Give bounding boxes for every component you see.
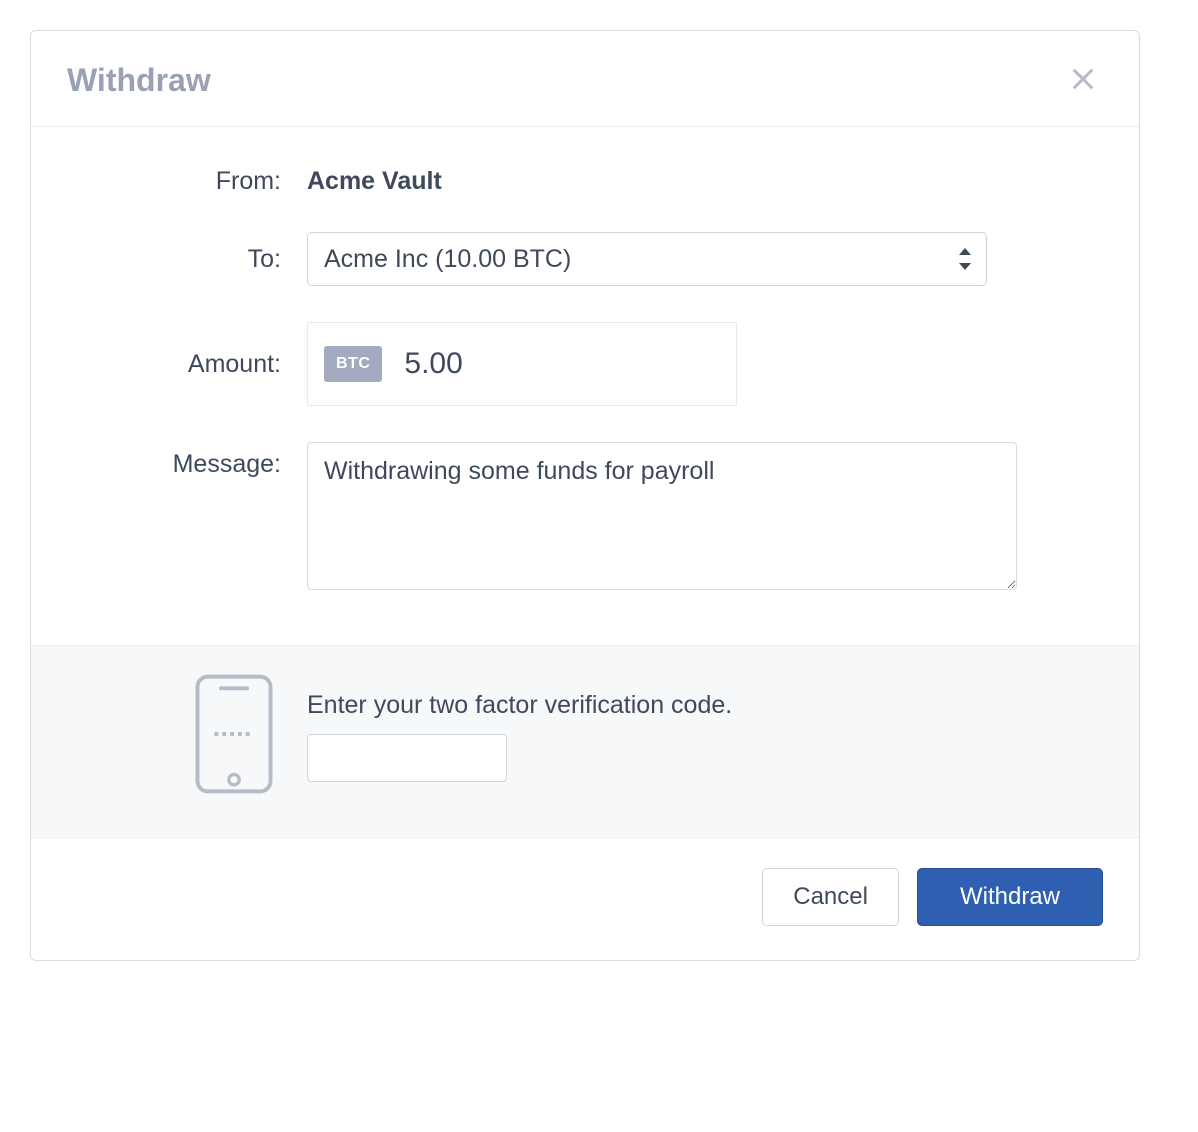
- modal-footer: Cancel Withdraw: [31, 838, 1139, 960]
- modal-header: Withdraw: [31, 31, 1139, 127]
- to-label: To:: [67, 245, 307, 274]
- amount-label: Amount:: [67, 350, 307, 379]
- modal-body: From: Acme Vault To: Acme Inc (10.00 BTC…: [31, 127, 1139, 645]
- amount-input[interactable]: [382, 347, 736, 381]
- amount-row: Amount: BTC: [67, 322, 1103, 406]
- twofa-prompt: Enter your two factor verification code.: [307, 691, 1103, 720]
- message-input[interactable]: [307, 442, 1017, 590]
- cancel-button[interactable]: Cancel: [762, 868, 899, 926]
- to-select[interactable]: Acme Inc (10.00 BTC): [307, 232, 987, 286]
- amount-input-wrap: BTC: [307, 322, 737, 406]
- twofa-content: Enter your two factor verification code.: [307, 691, 1103, 782]
- from-row: From: Acme Vault: [67, 167, 1103, 196]
- to-select-wrap: Acme Inc (10.00 BTC): [307, 232, 987, 286]
- close-icon: [1069, 65, 1097, 96]
- from-value: Acme Vault: [307, 167, 1103, 196]
- twofa-input[interactable]: [307, 734, 507, 782]
- message-row: Message:: [67, 442, 1103, 595]
- message-label: Message:: [67, 442, 307, 479]
- twofa-section: Enter your two factor verification code.: [31, 645, 1139, 838]
- currency-badge: BTC: [324, 346, 382, 382]
- close-button[interactable]: [1063, 59, 1103, 102]
- phone-icon: [193, 674, 275, 799]
- withdraw-modal: Withdraw From: Acme Vault To: Acme Inc: [30, 30, 1140, 961]
- withdraw-button[interactable]: Withdraw: [917, 868, 1103, 926]
- phone-icon-wrap: [67, 674, 307, 799]
- to-row: To: Acme Inc (10.00 BTC): [67, 232, 1103, 286]
- from-label: From:: [67, 167, 307, 196]
- modal-title: Withdraw: [67, 62, 211, 99]
